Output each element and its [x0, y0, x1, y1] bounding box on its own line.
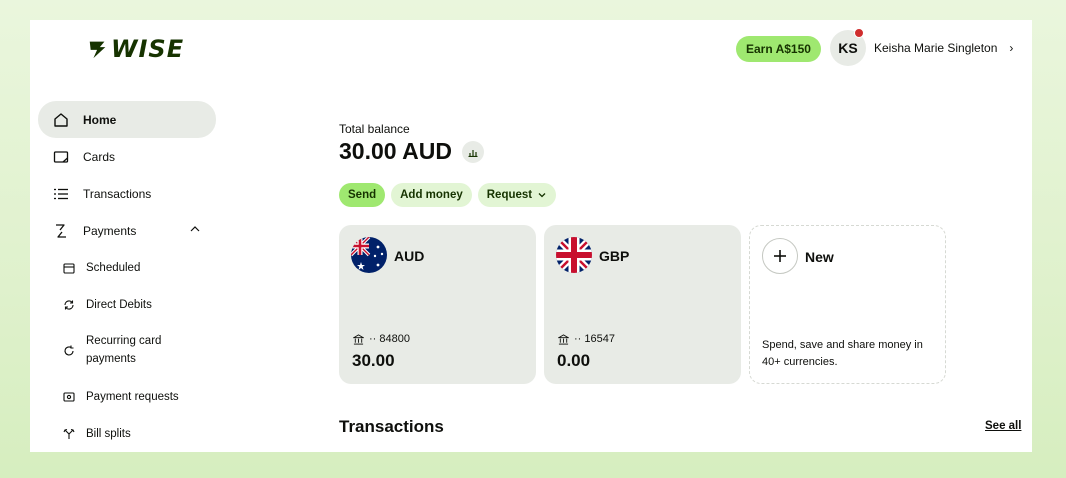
sidebar-item-home[interactable]: Home [38, 101, 216, 138]
sidebar-subitem-payment-requests[interactable]: Payment requests [38, 378, 216, 415]
send-button[interactable]: Send [339, 183, 386, 207]
account-number: ·· 16547 [558, 333, 615, 345]
refresh-icon [62, 298, 76, 312]
sidebar-subitem-label: Direct Debits [86, 298, 152, 311]
wise-logo[interactable]: WISE [87, 35, 184, 63]
split-icon [62, 427, 76, 441]
currency-code: GBP [599, 248, 630, 264]
sidebar: Home Cards Transactions Payments Schedul… [38, 101, 216, 452]
user-name: Keisha Marie Singleton [874, 41, 998, 55]
currency-code: AUD [394, 248, 425, 264]
avatar-initials: KS [838, 40, 858, 56]
request-icon [62, 390, 76, 404]
transactions-heading: Transactions [339, 417, 444, 436]
wise-flag-icon [89, 41, 106, 59]
sidebar-item-label: Payments [83, 223, 137, 238]
balance-chart-button[interactable] [461, 140, 484, 163]
sidebar-subitem-direct-debits[interactable]: Direct Debits [38, 286, 216, 323]
home-icon [52, 111, 70, 129]
sidebar-subitem-label: Payment requests [86, 390, 179, 403]
sidebar-item-payments[interactable]: Payments [38, 212, 216, 249]
account-number-text: ·· 16547 [574, 333, 615, 345]
account-number-text: ·· 84800 [369, 333, 410, 345]
balance-value: 30.00 AUD [339, 138, 452, 164]
bank-icon [558, 333, 569, 345]
sidebar-item-transactions[interactable]: Transactions [38, 175, 216, 212]
sidebar-item-label: Home [83, 112, 117, 127]
account-card-gbp[interactable]: GBP ·· 16547 0.00 [544, 225, 741, 384]
sidebar-subitem-label: Recurring card payments [86, 334, 162, 365]
sidebar-subitem-recurring-card-payments[interactable]: Recurring card payments [38, 323, 216, 378]
total-balance-label: Total balance [339, 122, 410, 136]
chevron-up-icon[interactable] [189, 223, 201, 238]
new-card-label: New [805, 249, 834, 265]
payments-arrows-icon [52, 222, 70, 240]
see-all-link[interactable]: See all [985, 420, 1021, 432]
uk-flag-icon [556, 237, 592, 273]
chevron-down-icon [538, 193, 546, 198]
account-balance: 30.00 [352, 351, 395, 370]
sidebar-item-cards[interactable]: Cards [38, 138, 216, 175]
account-number: ·· 84800 [353, 333, 410, 345]
chevron-right-icon: › [1009, 41, 1014, 55]
sidebar-subitem-label: Bill splits [86, 427, 131, 440]
sidebar-subitem-bill-splits[interactable]: Bill splits [38, 415, 216, 452]
balance-actions: Send Add money Request [339, 183, 557, 207]
user-menu[interactable]: KS Keisha Marie Singleton › [830, 28, 1014, 66]
account-balance: 0.00 [557, 351, 591, 370]
list-icon [52, 185, 70, 203]
new-card-description: Spend, save and share money in 40+ curre… [762, 339, 923, 369]
account-card-aud[interactable]: AUD ·· 84800 30.00 [339, 225, 536, 384]
logo-text: WISE [111, 35, 185, 63]
earn-referral-button[interactable]: Earn A$150 [736, 36, 821, 62]
request-button[interactable]: Request [477, 183, 557, 207]
recurring-icon [62, 344, 76, 358]
sidebar-subitem-scheduled[interactable]: Scheduled [38, 249, 216, 286]
new-currency-card[interactable]: New Spend, save and share money in 40+ c… [749, 225, 946, 384]
bar-chart-icon [468, 149, 478, 157]
bank-icon [353, 333, 364, 345]
calendar-icon [62, 261, 76, 275]
request-button-label: Request [486, 189, 533, 201]
avatar[interactable]: KS [830, 28, 866, 66]
notification-dot-icon [854, 28, 864, 38]
total-balance-amount: 30.00 AUD [339, 138, 484, 165]
sidebar-subitem-label: Scheduled [86, 261, 141, 274]
app-window: WISE Earn A$150 KS Keisha Marie Singleto… [30, 20, 1032, 452]
australia-flag-icon [351, 237, 387, 273]
add-money-button[interactable]: Add money [391, 183, 472, 207]
sidebar-item-label: Transactions [83, 186, 152, 201]
sidebar-item-label: Cards [83, 149, 116, 164]
plus-icon [762, 238, 798, 274]
card-icon [52, 148, 70, 166]
